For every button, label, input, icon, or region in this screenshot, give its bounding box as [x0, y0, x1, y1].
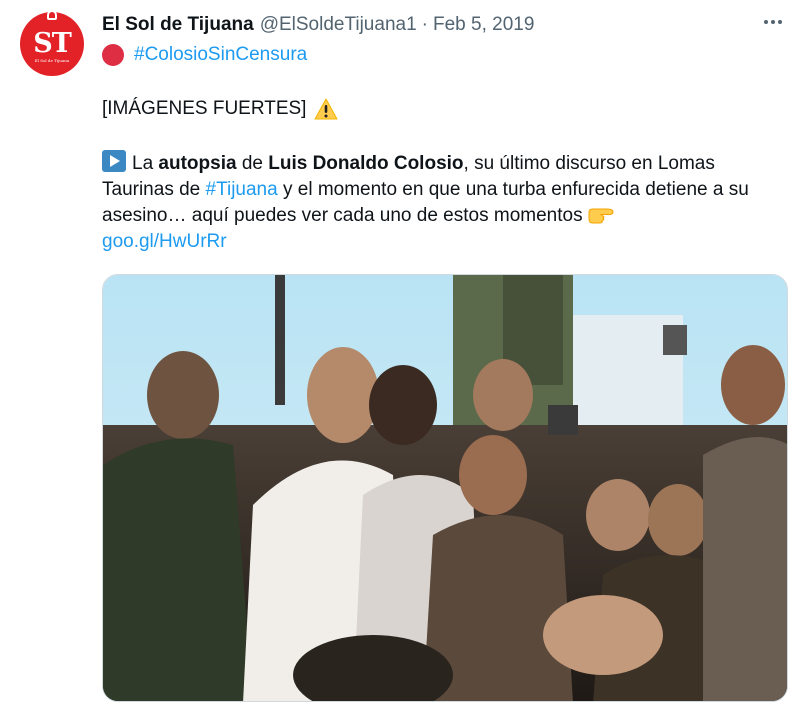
crowd-photo	[103, 275, 787, 701]
pointing-hand-icon	[587, 204, 615, 224]
body-text-1: La	[132, 153, 159, 174]
author-name[interactable]: El Sol de Tijuana	[102, 14, 254, 36]
tweet-header: El Sol de Tijuana @ElSoldeTijuana1 · Feb…	[102, 12, 534, 38]
warning-text: [IMÁGENES FUERTES]	[102, 98, 307, 119]
tweet-body: La autopsia de Luis Donaldo Colosio, su …	[102, 150, 782, 255]
warning-icon	[314, 98, 338, 120]
header-separator: ·	[421, 14, 428, 35]
tweet-media-image[interactable]	[102, 274, 788, 702]
tweet-link[interactable]: goo.gl/HwUrRr	[102, 231, 227, 252]
red-circle-icon	[102, 44, 124, 66]
avatar[interactable]: ST El Sol de Tijuana	[18, 10, 86, 78]
avatar-logo-subtext: El Sol de Tijuana	[34, 57, 70, 63]
hashtag-line: #ColosioSinCensura	[102, 42, 782, 68]
body-text-2: de	[236, 153, 269, 174]
hashtag-colosio-sin-censura[interactable]: #ColosioSinCensura	[134, 42, 307, 68]
crest-icon	[47, 10, 57, 20]
more-dots-icon	[771, 20, 775, 24]
tweet-date[interactable]: Feb 5, 2019	[433, 14, 534, 36]
warning-line: [IMÁGENES FUERTES]	[102, 96, 782, 122]
avatar-logo: ST El Sol de Tijuana	[20, 10, 84, 76]
more-dots-icon	[778, 20, 782, 24]
body-bold-name: Luis Donaldo Colosio	[268, 153, 464, 174]
author-handle[interactable]: @ElSoldeTijuana1	[260, 14, 417, 36]
more-options-button[interactable]	[760, 14, 786, 30]
play-button-icon	[102, 150, 126, 172]
body-bold-autopsia: autopsia	[158, 153, 237, 174]
more-dots-icon	[764, 20, 768, 24]
avatar-logo-text: ST	[33, 27, 72, 59]
hashtag-tijuana[interactable]: #Tijuana	[206, 179, 278, 200]
